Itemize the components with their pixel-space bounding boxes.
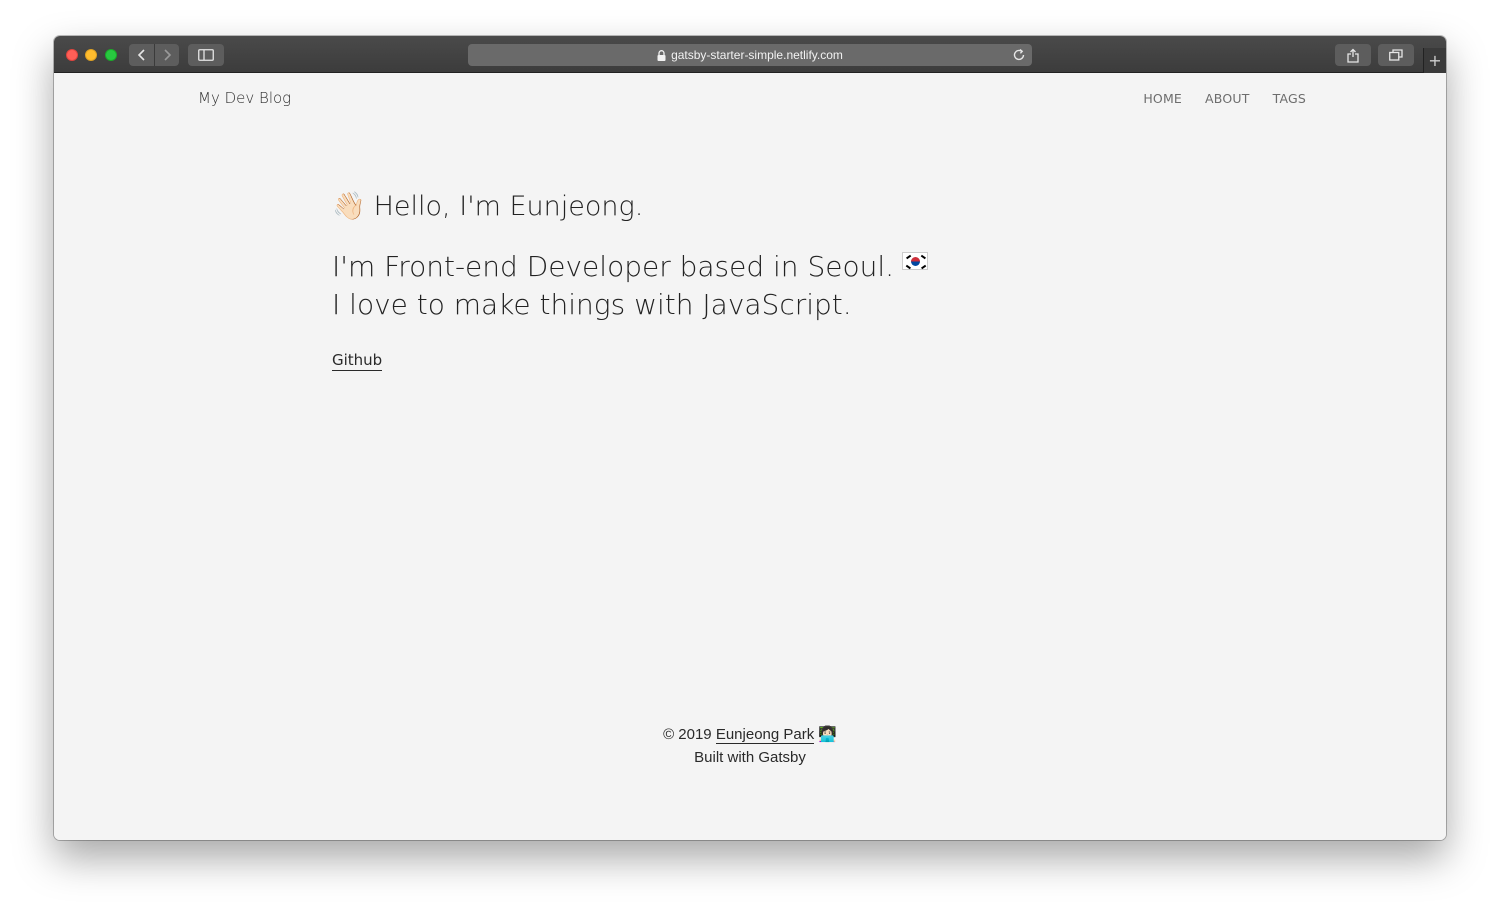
- nav-about[interactable]: ABOUT: [1205, 91, 1250, 106]
- browser-window: gatsby-starter-simple.netlify.com + My D…: [54, 36, 1446, 840]
- social-links: Github: [332, 350, 1132, 371]
- show-tabs-button[interactable]: [1378, 44, 1414, 66]
- chevron-right-icon: [164, 49, 172, 61]
- copyright-line: © 2019 Eunjeong Park 👩🏻‍💻: [54, 723, 1446, 746]
- site-footer: © 2019 Eunjeong Park 👩🏻‍💻 Built with Gats…: [54, 723, 1446, 769]
- site-title[interactable]: My Dev Blog: [198, 89, 291, 107]
- developer-icon: 👩🏻‍💻: [818, 726, 837, 743]
- plus-icon: +: [1428, 51, 1442, 70]
- url-text: gatsby-starter-simple.netlify.com: [671, 48, 843, 62]
- intro-section: 👋🏻 Hello, I'm Eunjeong. I'm Front-end De…: [332, 191, 1132, 371]
- back-button[interactable]: [129, 44, 154, 66]
- share-icon: [1347, 48, 1359, 63]
- greeting-text: Hello, I'm Eunjeong.: [373, 191, 644, 222]
- sidebar-toggle-button[interactable]: [188, 44, 224, 66]
- tabs-icon: [1389, 49, 1403, 61]
- intro-line-1: I'm Front-end Developer based in Seoul.: [332, 248, 1132, 286]
- forward-button[interactable]: [154, 44, 179, 66]
- page-content: My Dev Blog HOME ABOUT TAGS 👋🏻 Hello, I'…: [54, 73, 1446, 840]
- copyright-text: © 2019: [663, 726, 712, 743]
- korea-flag-icon: [902, 252, 929, 270]
- waving-hand-icon: 👋🏻: [332, 191, 366, 222]
- author-link[interactable]: Eunjeong Park: [715, 726, 815, 744]
- share-button[interactable]: [1335, 44, 1371, 66]
- intro-text: I'm Front-end Developer based in Seoul. …: [332, 248, 1132, 324]
- nav-tags[interactable]: TAGS: [1273, 91, 1306, 106]
- greeting-heading: 👋🏻 Hello, I'm Eunjeong.: [332, 191, 1132, 222]
- browser-toolbar: gatsby-starter-simple.netlify.com +: [54, 36, 1446, 73]
- github-link[interactable]: Github: [332, 351, 383, 371]
- address-bar[interactable]: gatsby-starter-simple.netlify.com: [468, 44, 1032, 66]
- nav-home[interactable]: HOME: [1143, 91, 1182, 106]
- intro-line-1-text: I'm Front-end Developer based in Seoul.: [332, 250, 895, 283]
- reload-icon[interactable]: [1012, 48, 1026, 62]
- minimize-window-button[interactable]: [85, 49, 97, 61]
- intro-line-2: I love to make things with JavaScript.: [332, 288, 852, 321]
- chevron-left-icon: [137, 49, 145, 61]
- built-with-text: Built with Gatsby: [694, 749, 806, 766]
- new-tab-button[interactable]: +: [1423, 48, 1446, 73]
- site-header: My Dev Blog HOME ABOUT TAGS: [198, 88, 1306, 108]
- close-window-button[interactable]: [66, 49, 78, 61]
- history-nav: [129, 44, 179, 66]
- sidebar-icon: [198, 49, 214, 61]
- main-nav: HOME ABOUT TAGS: [1143, 91, 1306, 106]
- zoom-window-button[interactable]: [105, 49, 117, 61]
- lock-icon: [657, 49, 666, 61]
